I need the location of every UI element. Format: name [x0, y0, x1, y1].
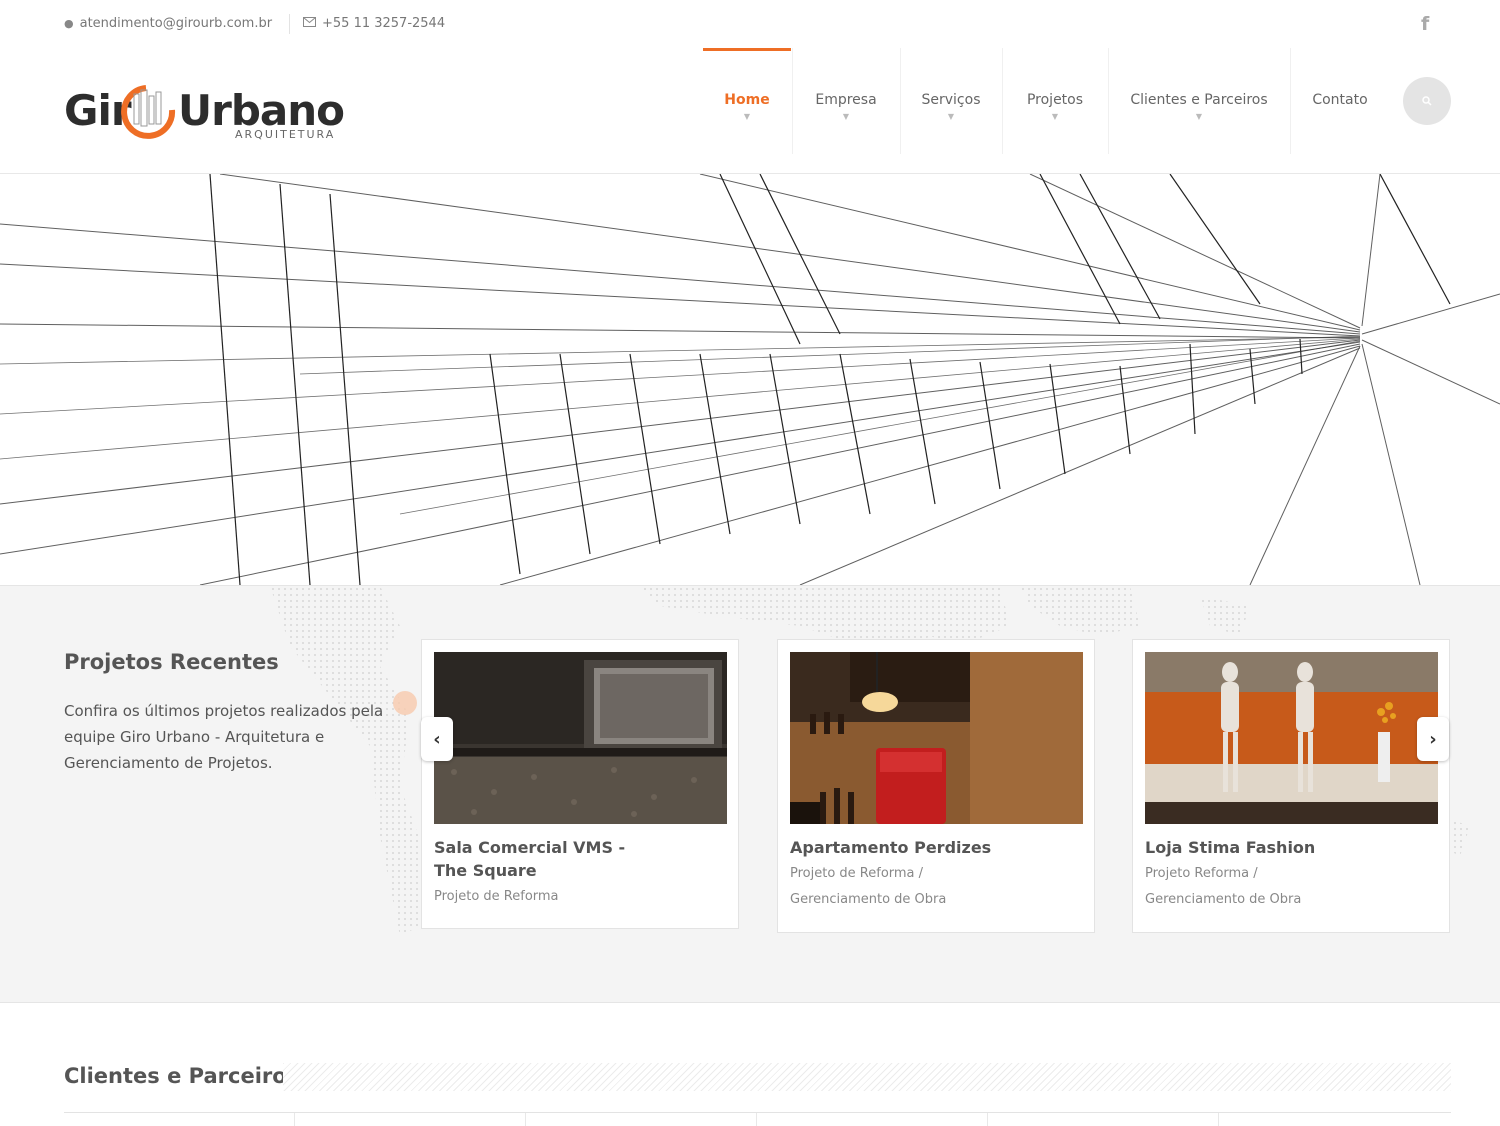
chevron-down-icon: ▼: [1051, 112, 1059, 121]
nav-contato[interactable]: Contato: [1291, 48, 1389, 154]
carousel-prev-button[interactable]: ‹: [421, 717, 453, 761]
project-image[interactable]: [1145, 652, 1438, 824]
email-text: atendimento@girourb.com.br: [79, 16, 273, 31]
project-card[interactable]: Sala Comercial VMS - The Square Projeto …: [421, 639, 739, 929]
user-icon: ●: [64, 17, 74, 30]
chevron-down-icon: ▼: [947, 112, 955, 121]
facebook-icon[interactable]: f: [1421, 13, 1429, 35]
section-description: Confira os últimos projetos realizados p…: [64, 702, 384, 772]
project-title[interactable]: Apartamento Perdizes: [790, 836, 1070, 859]
envelope-icon: [303, 16, 316, 31]
search-icon: [1422, 96, 1432, 106]
project-image[interactable]: [790, 652, 1083, 824]
project-category: Projeto de Reforma /: [790, 866, 924, 881]
logo-ring-icon: [116, 84, 178, 146]
nav-servicos-label: Serviços: [921, 92, 981, 108]
project-category-secondary: Gerenciamento de Obra: [790, 892, 947, 907]
section-title: Projetos Recentes: [64, 650, 279, 674]
clients-section-title: Clientes e Parceiros: [64, 1064, 300, 1088]
project-title[interactable]: Sala Comercial VMS - The Square: [434, 836, 634, 882]
nav-empresa-label: Empresa: [815, 92, 877, 108]
phone-text: +55 11 3257-2544: [322, 16, 446, 31]
phone-contact[interactable]: +55 11 3257-2544: [303, 16, 445, 31]
top-bar: ● atendimento@girourb.com.br +55 11 3257…: [0, 0, 1500, 49]
nav-projetos-label: Projetos: [1026, 92, 1084, 108]
email-contact[interactable]: ● atendimento@girourb.com.br: [64, 16, 272, 31]
chevron-down-icon: ▼: [1195, 112, 1203, 121]
carousel-next-button[interactable]: ›: [1417, 717, 1449, 761]
recent-projects-section: Projetos Recentes Confira os últimos pro…: [0, 586, 1500, 1003]
nav-home-label: Home: [724, 92, 770, 108]
nav-projetos[interactable]: Projetos ▼: [1003, 48, 1107, 154]
logo[interactable]: Gir Urbano ARQUITETURA: [64, 78, 345, 146]
project-image[interactable]: [434, 652, 727, 824]
nav-empresa[interactable]: Empresa ▼: [793, 48, 899, 154]
project-category: Projeto de Reforma: [434, 889, 559, 904]
search-button[interactable]: [1403, 77, 1451, 125]
nav-servicos[interactable]: Serviços ▼: [901, 48, 1001, 154]
nav-clientes[interactable]: Clientes e Parceiros ▼: [1109, 48, 1289, 154]
title-hatch-divider: [283, 1063, 1451, 1091]
chevron-down-icon: ▼: [842, 112, 850, 121]
chevron-left-icon: ‹: [433, 728, 441, 750]
project-card[interactable]: Loja Stima Fashion Projeto Reforma / Ger…: [1132, 639, 1450, 933]
site-header: Gir Urbano ARQUITETURA Home ▼ Empresa ▼ …: [0, 48, 1500, 174]
hero-banner: [0, 174, 1500, 586]
chevron-right-icon: ›: [1429, 728, 1437, 750]
project-title[interactable]: Loja Stima Fashion: [1145, 836, 1425, 859]
architecture-wireframe-illustration: [0, 174, 1500, 585]
chevron-down-icon: ▼: [743, 112, 751, 121]
logo-subtitle: ARQUITETURA: [235, 128, 336, 141]
nav-contato-label: Contato: [1312, 92, 1368, 108]
project-card[interactable]: Apartamento Perdizes Projeto de Reforma …: [777, 639, 1095, 933]
topbar-divider: [289, 14, 290, 34]
nav-home[interactable]: Home ▼: [703, 48, 791, 157]
nav-clientes-label: Clientes e Parceiros: [1130, 92, 1268, 108]
clients-logo-row: [64, 1112, 1451, 1126]
project-category-secondary: Gerenciamento de Obra: [1145, 892, 1302, 907]
project-category: Projeto Reforma /: [1145, 866, 1258, 881]
